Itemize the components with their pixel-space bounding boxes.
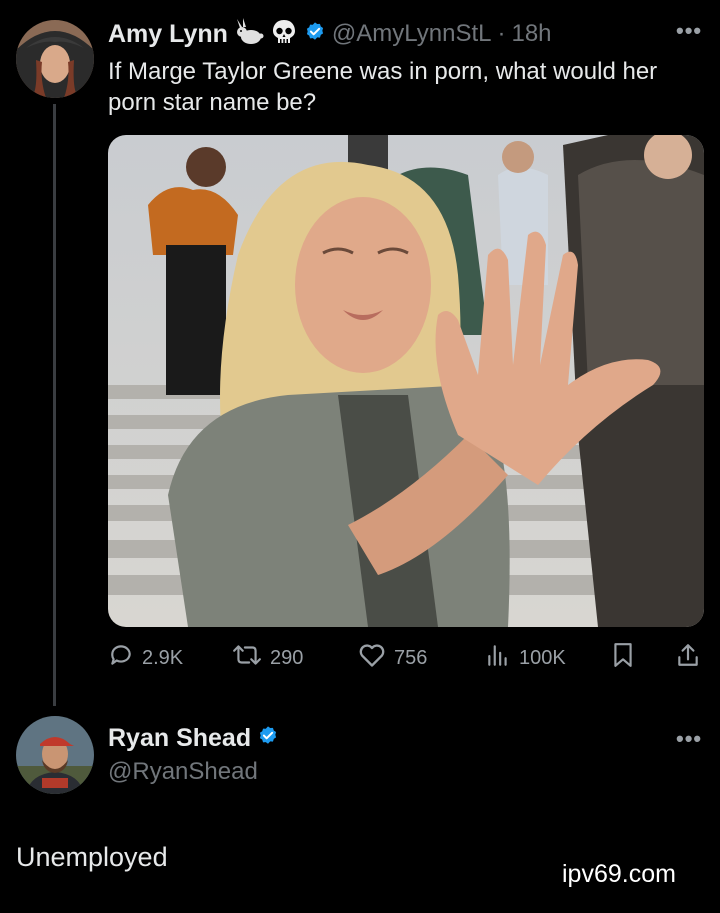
verified-badge-icon (257, 725, 279, 752)
views-chart-icon (485, 642, 511, 674)
author-handle[interactable]: @AmyLynnStL (332, 20, 492, 48)
views-button[interactable]: 100K (485, 644, 566, 672)
dot-separator: · (497, 20, 506, 47)
like-count: 756 (394, 646, 428, 669)
like-button[interactable]: 756 (358, 644, 427, 672)
reply-more-options-icon[interactable]: ••• (676, 726, 702, 752)
author-name[interactable]: Amy Lynn (108, 20, 228, 49)
watermark-text: ipv69.com (562, 860, 676, 888)
reply-avatar[interactable] (16, 716, 94, 794)
views-count: 100K (519, 646, 566, 669)
repost-icon (232, 642, 262, 674)
tweet-header: Amy Lynn @AmyLynnStL · 18h (108, 17, 552, 51)
heart-icon (358, 642, 386, 674)
tweet-image[interactable] (108, 135, 704, 627)
reply-header: Ryan Shead (108, 722, 279, 754)
rabbit-icon (234, 17, 264, 51)
share-button[interactable] (676, 644, 700, 672)
reply-icon (108, 642, 134, 674)
tweet-text: If Marge Taylor Greene was in porn, what… (108, 58, 658, 116)
thread-connector-line (53, 104, 56, 706)
reply-text: Unemployed (16, 842, 168, 872)
reply-author-handle[interactable]: @RyanShead (108, 758, 258, 786)
skull-icon (270, 18, 298, 51)
bookmark-button[interactable] (611, 642, 635, 674)
reply-author-name[interactable]: Ryan Shead (108, 724, 251, 753)
reply-button[interactable]: 2.9K (108, 644, 183, 672)
repost-count: 290 (270, 646, 304, 669)
bookmark-icon (611, 642, 635, 674)
avatar[interactable] (16, 20, 94, 98)
verified-badge-icon (304, 21, 326, 48)
share-icon (676, 642, 700, 674)
repost-button[interactable]: 290 (232, 644, 303, 672)
reply-count: 2.9K (142, 646, 184, 669)
tweet-timestamp[interactable]: 18h (511, 20, 551, 48)
more-options-icon[interactable]: ••• (676, 18, 702, 44)
